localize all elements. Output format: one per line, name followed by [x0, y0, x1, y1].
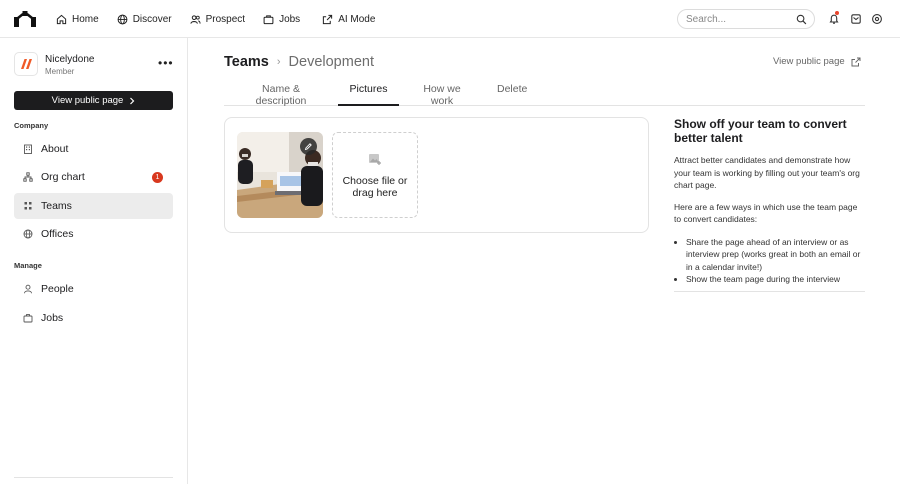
help-bullet: Share the page ahead of an interview or …: [686, 236, 865, 274]
sidebar-item-teams[interactable]: Teams: [14, 193, 173, 219]
users-icon: [190, 14, 201, 24]
pictures-panel: Choose file or drag here: [224, 117, 649, 233]
sidebar-item-offices[interactable]: Offices: [14, 221, 173, 247]
sidebar-item-org-chart[interactable]: Org chart 1: [14, 164, 173, 190]
image-upload-icon: [369, 154, 381, 165]
breadcrumb-separator: ›: [276, 56, 281, 68]
org-name: Nicelydone: [45, 54, 95, 65]
sidebar-item-about-label: About: [41, 143, 69, 155]
nav-prospect-label: Prospect: [205, 13, 246, 25]
sidebar-item-people-label: People: [41, 283, 74, 295]
view-public-page-link[interactable]: View public page: [773, 56, 861, 67]
help-paragraph-1: Attract better candidates and demonstrat…: [674, 155, 860, 190]
sidebar-item-teams-label: Teams: [41, 200, 72, 212]
breadcrumb: Teams › Development: [224, 54, 374, 70]
globe-icon: [23, 229, 33, 239]
sidebar-item-offices-label: Offices: [41, 228, 74, 240]
notification-badge: 1: [152, 172, 163, 183]
gear-icon[interactable]: [871, 13, 883, 25]
external-link-icon: [851, 57, 861, 66]
search-bar: [677, 9, 815, 29]
help-panel: Show off your team to convert better tal…: [674, 117, 865, 292]
nav-discover[interactable]: Discover: [117, 14, 172, 25]
edit-photo-button[interactable]: [300, 138, 317, 155]
help-title: Show off your team to convert better tal…: [674, 117, 847, 145]
tab-pictures[interactable]: Pictures: [338, 83, 399, 106]
sidebar-item-people[interactable]: People: [14, 276, 173, 302]
help-divider: [674, 290, 865, 292]
tab-bar: Name & description Pictures How we work …: [224, 83, 865, 107]
sidebar-divider: [14, 477, 173, 478]
pencil-icon: [304, 143, 312, 151]
tab-name-description[interactable]: Name & description: [236, 83, 326, 107]
home-icon: [56, 14, 67, 24]
sidebar-item-org-chart-label: Org chart: [41, 171, 85, 183]
file-upload-dropzone[interactable]: Choose file or drag here: [332, 132, 418, 218]
view-public-page-link-label: View public page: [773, 56, 845, 67]
company-section-label: Company: [14, 121, 49, 130]
help-bullets: Share the page ahead of an interview or …: [674, 236, 865, 286]
search-input[interactable]: [686, 13, 786, 25]
help-paragraph-2: Here are a few ways in which use the tea…: [674, 201, 858, 225]
nav-discover-label: Discover: [132, 13, 172, 25]
tab-how-we-work[interactable]: How we work: [411, 83, 473, 107]
org-chart-icon: [23, 172, 33, 182]
breadcrumb-teams[interactable]: Teams: [224, 54, 269, 70]
search-icon[interactable]: [796, 14, 807, 25]
nav-prospect[interactable]: Prospect: [190, 14, 245, 25]
help-bullet: Show the team page during the interview: [686, 273, 865, 286]
teams-icon: [24, 202, 32, 210]
nav-ai-mode[interactable]: AI Mode: [322, 14, 375, 25]
person-icon: [24, 284, 32, 294]
top-bar: Home Discover Prospect Jobs AI Mode: [0, 0, 900, 38]
chevron-right-icon: [130, 97, 135, 104]
app-logo-icon[interactable]: [14, 11, 36, 27]
notification-dot: [835, 11, 839, 15]
main-nav: Home Discover Prospect Jobs AI Mode: [56, 0, 375, 38]
sidebar-item-jobs-label: Jobs: [41, 312, 64, 324]
briefcase-icon: [23, 314, 33, 323]
nav-jobs-label: Jobs: [279, 13, 301, 25]
org-logo-icon: [21, 59, 32, 69]
inbox-icon[interactable]: [850, 13, 862, 25]
page-title: Development: [288, 54, 374, 70]
nav-home[interactable]: Home: [56, 14, 99, 25]
nav-ai-mode-label: AI Mode: [338, 13, 376, 25]
bell-icon[interactable]: [828, 13, 840, 25]
tab-delete[interactable]: Delete: [497, 83, 527, 105]
briefcase-icon: [263, 14, 274, 24]
sidebar-item-about[interactable]: About: [14, 136, 173, 162]
nav-jobs[interactable]: Jobs: [263, 14, 300, 25]
more-options-button[interactable]: •••: [158, 56, 174, 70]
org-logo: [14, 52, 38, 76]
nav-home-label: Home: [72, 13, 99, 25]
globe-icon: [117, 14, 128, 24]
building-icon: [24, 144, 32, 154]
manage-section-label: Manage: [14, 261, 42, 270]
sidebar: Nicelydone Member ••• View public page C…: [0, 38, 188, 484]
export-icon: [323, 14, 333, 24]
sidebar-item-jobs[interactable]: Jobs: [14, 305, 173, 331]
org-card: Nicelydone Member •••: [14, 52, 174, 80]
view-public-page-button-label: View public page: [51, 95, 124, 106]
upload-label: Choose file or drag here: [342, 175, 408, 199]
org-role: Member: [45, 67, 75, 76]
view-public-page-button[interactable]: View public page: [14, 91, 173, 110]
